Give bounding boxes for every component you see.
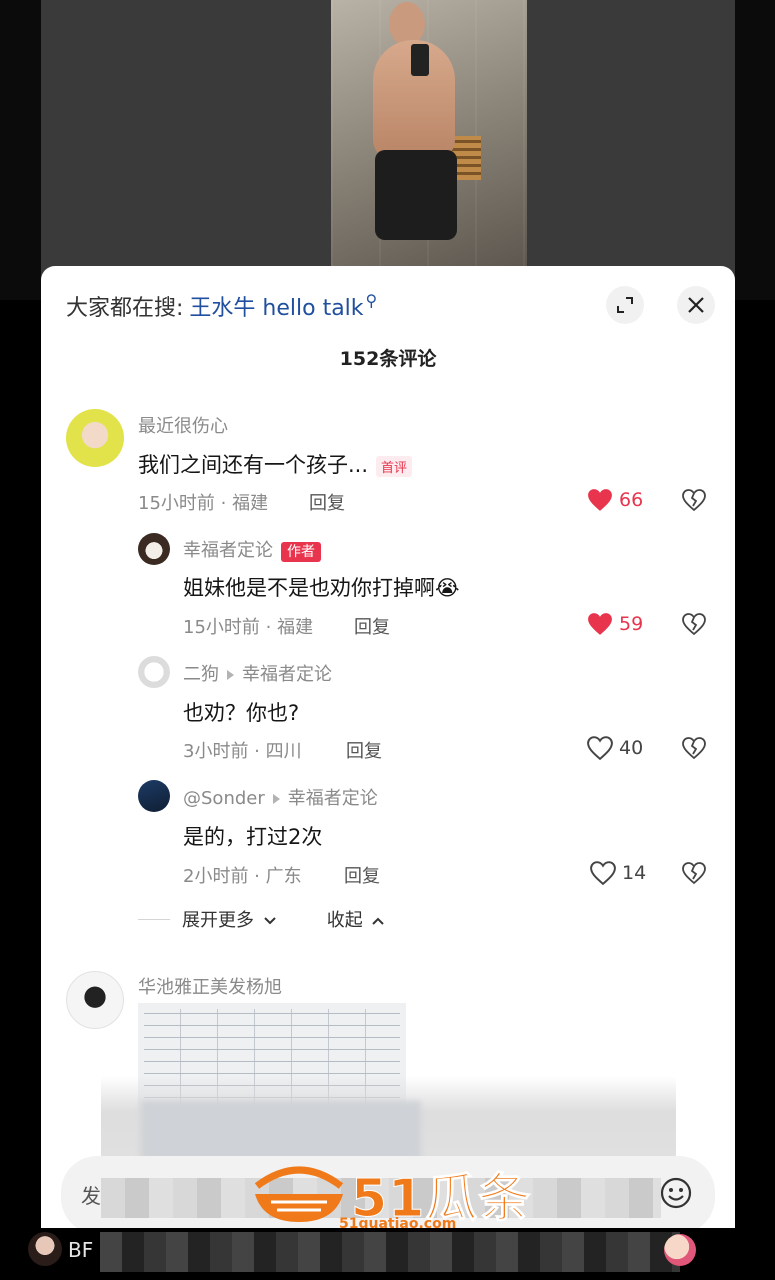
like-button[interactable]: 14 (590, 861, 646, 885)
comment-username[interactable]: 最近很伤心 (138, 412, 228, 438)
heart-icon (588, 613, 612, 635)
comment-text[interactable]: 是的，打过2次 (183, 821, 322, 851)
broken-heart-icon[interactable] (681, 735, 707, 761)
emoji-icon[interactable] (659, 1176, 693, 1210)
avatar[interactable] (66, 971, 124, 1029)
heart-icon (587, 736, 613, 760)
reply-button[interactable]: 回复 (354, 613, 390, 639)
avatar[interactable] (138, 656, 170, 688)
comment-text[interactable]: 姐妹他是不是也劝你打掉啊😭 (183, 572, 460, 602)
video-stage[interactable] (41, 0, 735, 300)
collapse-button[interactable]: 收起 (327, 906, 386, 932)
video-frame (331, 0, 527, 270)
author-badge: 作者 (281, 542, 321, 562)
comment-username[interactable]: 二狗 幸福者定论 (183, 660, 332, 686)
comment-username[interactable]: 幸福者定论 作者 (183, 536, 321, 562)
chevron-up-icon (372, 917, 385, 925)
collapse-label: 收起 (326, 910, 363, 931)
comment-body: 我们之间还有一个孩子... (138, 453, 369, 477)
avatar[interactable] (66, 409, 124, 467)
bottom-username[interactable]: BF (68, 1238, 93, 1262)
like-button[interactable]: 66 (587, 488, 643, 512)
avatar[interactable] (138, 780, 170, 812)
broken-heart-icon[interactable] (681, 860, 707, 886)
like-button[interactable]: 59 (587, 612, 643, 636)
expand-button[interactable] (606, 286, 644, 324)
first-comment-badge: 首评 (376, 455, 413, 477)
sticker-icon[interactable] (664, 1234, 696, 1266)
expand-more-label: 展开更多 (182, 910, 254, 931)
username-text: @Sonder (183, 788, 265, 809)
comment-meta: 15小时前 · 福建 (183, 617, 314, 638)
comment-username[interactable]: @Sonder 幸福者定论 (183, 784, 378, 810)
reply-button[interactable]: 回复 (344, 862, 380, 888)
search-icon: ⚲ (365, 290, 378, 310)
username-text: 幸福者定论 (183, 540, 273, 561)
broken-heart-icon[interactable] (681, 611, 707, 637)
watermark-bowl-icon (254, 1166, 344, 1222)
heart-icon (588, 489, 612, 511)
comment-count-title: 152条评论 (339, 348, 437, 370)
input-placeholder: 发 (81, 1184, 101, 1208)
heart-icon (590, 861, 616, 885)
comment-text[interactable]: 我们之间还有一个孩子... 首评 (138, 449, 413, 479)
reply-button[interactable]: 回复 (346, 737, 382, 763)
reply-button[interactable]: 回复 (309, 489, 345, 515)
avatar[interactable] (138, 533, 170, 565)
like-count: 14 (622, 862, 647, 884)
comment-meta: 15小时前 · 福建 (138, 493, 269, 514)
search-prefix: 大家都在搜: (66, 296, 184, 321)
comment-username[interactable]: 华池雅正美发杨旭 (138, 973, 282, 999)
search-suggestion[interactable]: 大家都在搜: 王水牛 hello talk ⚲ (66, 290, 377, 322)
reply-to-username: 幸福者定论 (287, 788, 378, 809)
comment-meta: 3小时前 · 四川 (183, 741, 302, 762)
search-term-link[interactable]: 王水牛 hello talk (189, 290, 363, 322)
comment-meta: 2小时前 · 广东 (183, 866, 302, 887)
username-text: 二狗 (183, 664, 219, 685)
like-count: 59 (619, 613, 644, 635)
mosaic-overlay (100, 1232, 680, 1272)
expand-icon (617, 297, 633, 313)
blurred-content (141, 1101, 421, 1161)
reply-to-username: 幸福者定论 (242, 664, 332, 685)
avatar[interactable] (28, 1232, 62, 1266)
like-count: 40 (619, 737, 644, 759)
person-shorts (375, 150, 457, 240)
phone-decor (411, 44, 429, 76)
close-icon (688, 297, 704, 313)
chevron-down-icon (264, 917, 276, 925)
reply-arrow-icon (227, 670, 234, 680)
like-button[interactable]: 40 (587, 736, 643, 760)
expand-more-button[interactable]: 展开更多 (182, 906, 277, 932)
close-button[interactable] (677, 286, 715, 324)
like-count: 66 (619, 489, 644, 511)
broken-heart-icon[interactable] (681, 487, 707, 513)
thread-controls: 展开更多 收起 (138, 906, 385, 932)
reply-arrow-icon (272, 794, 280, 804)
divider (138, 918, 170, 920)
comment-text[interactable]: 也劝？你也? (183, 697, 299, 727)
comment-sheet: 大家都在搜: 王水牛 hello talk ⚲ 152条评论 最近很伤心 我们之… (41, 266, 735, 1280)
